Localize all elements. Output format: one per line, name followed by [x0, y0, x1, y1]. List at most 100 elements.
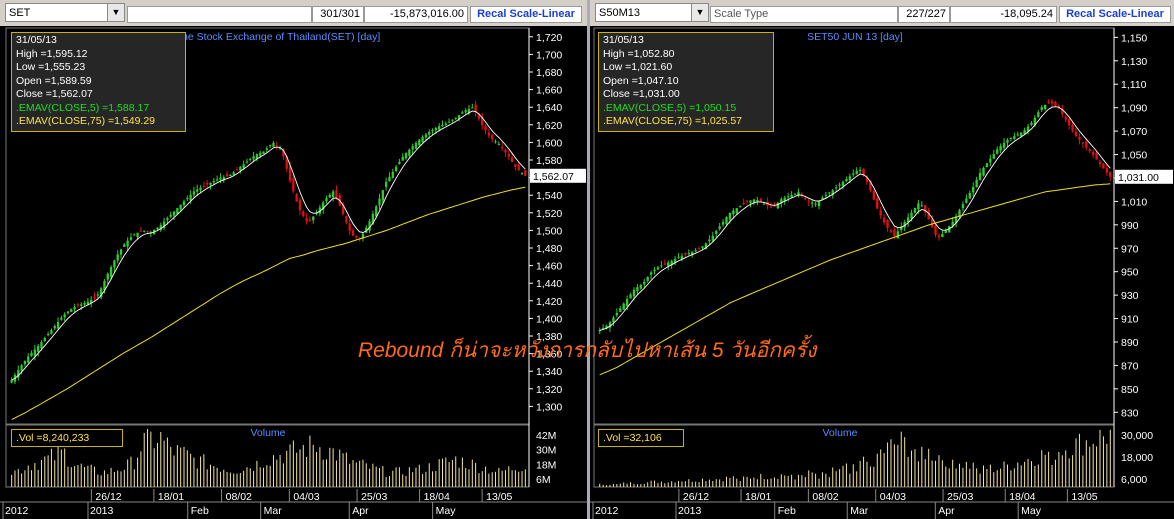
candle-body [677, 257, 680, 259]
candle-body [889, 230, 893, 233]
candle-body [126, 240, 129, 247]
month-label: Apr [352, 505, 369, 517]
candle-body [1064, 116, 1067, 120]
candle-body [196, 189, 199, 192]
candle-body [308, 219, 312, 221]
volume-axis-label: 18M [536, 459, 556, 471]
y-tick-label: 1,540 [536, 190, 562, 202]
candle-body [461, 112, 464, 114]
candle-body [106, 273, 109, 280]
y-tick-label: 850 [1121, 384, 1139, 396]
y-tick-label: 910 [1121, 314, 1139, 326]
candle-body [487, 132, 491, 136]
y-tick-label: 930 [1121, 290, 1139, 302]
candle-body [504, 149, 507, 153]
candle-body [1030, 122, 1033, 125]
month-label: Apr [938, 505, 955, 517]
candle-body [199, 187, 202, 190]
candle-body [1109, 172, 1112, 177]
candle-body [33, 349, 37, 356]
date-label: 26/12 [95, 491, 121, 503]
candle-body [975, 179, 978, 188]
candle-body [192, 191, 196, 195]
candle-body [272, 142, 275, 147]
candle-body [834, 187, 838, 189]
candle-body [708, 239, 711, 242]
candle-body [444, 123, 447, 125]
candle-body [259, 152, 262, 156]
candle-body [739, 205, 742, 207]
candle-body [119, 249, 123, 255]
info-open: Open =1,589.59 [16, 74, 92, 87]
candle-body [384, 181, 388, 188]
candle-body [793, 193, 797, 195]
volume-axis-label: 30M [536, 445, 556, 457]
chart-title: SET50 JUN 13 [day] [807, 31, 903, 43]
y-tick-label: 890 [1121, 337, 1139, 349]
candle-body [934, 224, 937, 236]
candle-body [23, 360, 27, 365]
candle-body [268, 145, 272, 147]
candle-body [1088, 149, 1091, 152]
candle-body [143, 230, 146, 232]
year-label: 2012 [595, 505, 619, 517]
candle-body [841, 181, 845, 186]
y-tick-label: 1,050 [1121, 150, 1147, 162]
candle-body [872, 190, 876, 200]
candle-body [411, 146, 414, 150]
candle-body [920, 205, 924, 207]
candle-body [351, 230, 355, 236]
candle-body [1009, 138, 1013, 140]
candle-body [494, 141, 497, 143]
candle-body [982, 168, 985, 176]
candle-body [302, 211, 305, 216]
candle-body [913, 208, 917, 213]
candle-body [643, 281, 646, 285]
candle-body [941, 233, 944, 237]
candle-body [978, 172, 982, 181]
candle-body [649, 272, 653, 275]
info-high: High =1,052.80 [603, 47, 675, 60]
info-ema5: .EMAV(CLOSE,5) =1,050.15 [603, 101, 737, 114]
date-label: 13/05 [486, 491, 512, 503]
volume-axis-label: 42M [536, 430, 556, 442]
candle-body [404, 152, 408, 159]
candle-body [769, 206, 773, 208]
candle-body [345, 215, 348, 223]
candle-body [735, 208, 738, 214]
candle-body [113, 260, 116, 268]
candle-body [1016, 134, 1019, 136]
candle-body [893, 229, 896, 236]
candle-body [715, 231, 718, 234]
candle-body [619, 308, 622, 313]
candle-body [424, 134, 428, 138]
volume-axis-label: 6,000 [1121, 474, 1147, 486]
candle-body [40, 342, 43, 348]
candle-body [687, 253, 691, 255]
candle-body [464, 110, 467, 113]
candle-body [229, 174, 232, 176]
candle-body [807, 200, 810, 202]
candle-body [66, 311, 70, 314]
candle-body [262, 151, 265, 154]
y-tick-label: 950 [1121, 267, 1139, 279]
candle-body [438, 126, 441, 130]
date-label: 13/05 [1071, 491, 1097, 503]
date-label: 26/12 [683, 491, 709, 503]
candle-body [937, 235, 941, 238]
candle-body [684, 252, 687, 255]
candle-body [252, 156, 255, 160]
candle-body [639, 284, 643, 289]
candle-body [312, 216, 315, 221]
candle-body [1006, 139, 1009, 143]
candle-body [612, 317, 615, 322]
y-tick-label: 1,460 [536, 261, 562, 273]
candle-body [27, 356, 30, 363]
candle-body [500, 146, 504, 148]
candle-body [46, 334, 50, 336]
candle-body [886, 220, 889, 228]
candle-body [1067, 119, 1071, 126]
candle-body [428, 132, 431, 135]
candle-body [355, 235, 358, 238]
candle-body [992, 154, 995, 159]
